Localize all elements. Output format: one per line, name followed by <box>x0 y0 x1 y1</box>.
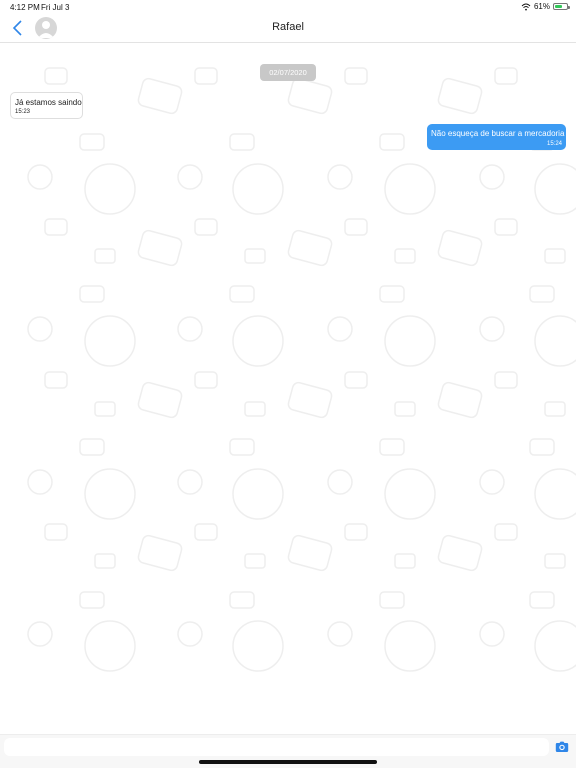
status-date: Fri Jul 3 <box>41 3 70 12</box>
home-indicator <box>199 760 377 764</box>
status-right: 61% <box>521 2 570 11</box>
chat-title: Rafael <box>272 21 304 33</box>
date-chip: 02/07/2020 <box>260 64 316 81</box>
incoming-message-bubble[interactable]: Já estamos saindo 15:23 <box>10 92 83 119</box>
message-text: Já estamos saindo <box>15 98 82 107</box>
battery-percentage: 61% <box>533 2 550 11</box>
chat-area: 02/07/2020 Já estamos saindo 15:23 Não e… <box>0 44 576 734</box>
message-time: 15:23 <box>15 109 31 115</box>
message-input[interactable] <box>4 738 549 756</box>
wifi-icon <box>521 3 531 10</box>
battery-icon <box>553 3 570 10</box>
status-time: 4:12 PM <box>10 3 40 12</box>
status-bar: 4:12 PM Fri Jul 3 61% <box>0 0 576 14</box>
message-time: 15:24 <box>546 141 562 147</box>
navigation-bar: Rafael <box>0 14 576 43</box>
camera-icon[interactable] <box>555 740 569 753</box>
battery-level <box>555 5 562 8</box>
outgoing-message-bubble[interactable]: Não esqueça de buscar a mercadoria 15:24 <box>427 124 566 150</box>
message-text: Não esqueça de buscar a mercadoria <box>431 129 565 138</box>
